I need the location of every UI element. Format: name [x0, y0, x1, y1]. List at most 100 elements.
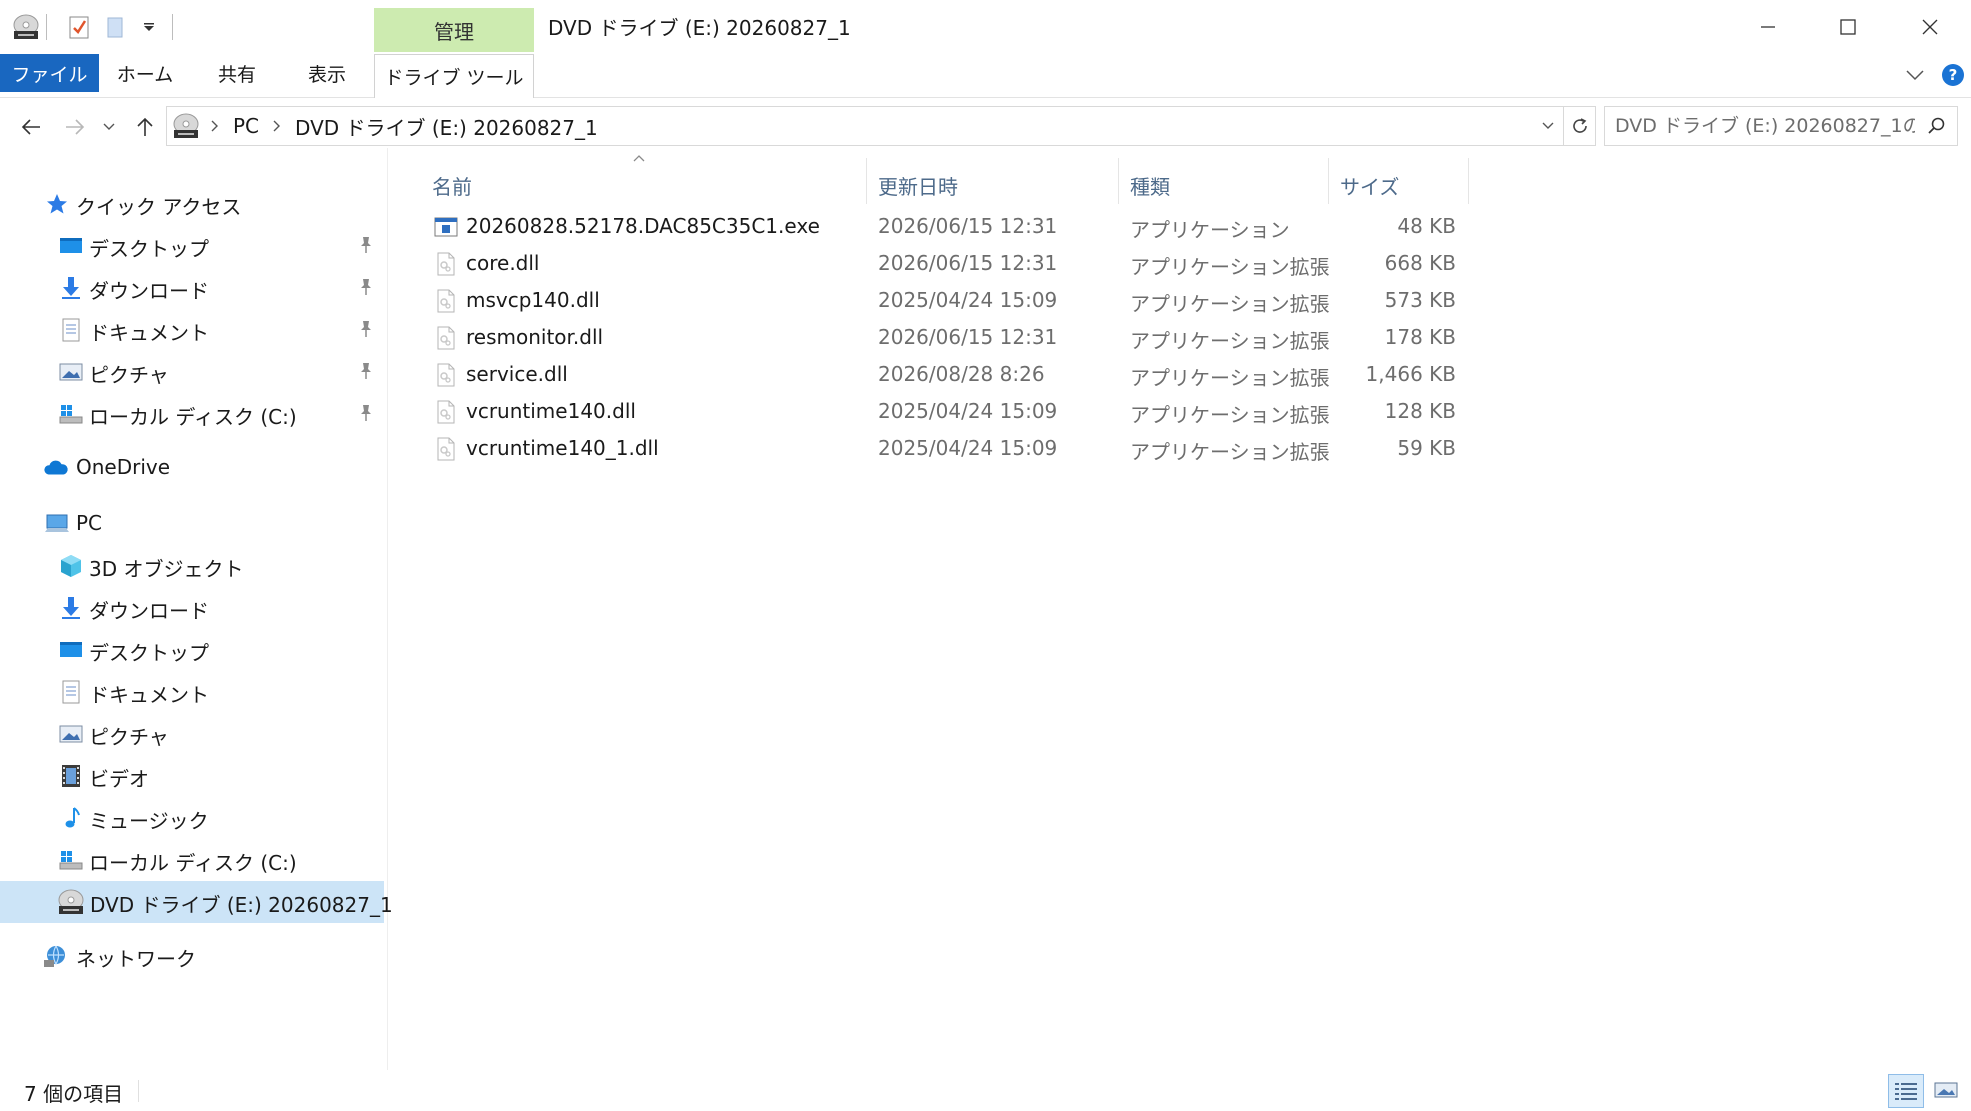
- tab-file[interactable]: ファイル: [0, 54, 99, 92]
- dvd-drive-icon: [56, 889, 86, 914]
- pc-icon: [44, 512, 70, 536]
- column-header-type[interactable]: 種類: [1122, 160, 1322, 210]
- arrow-right-icon: [66, 119, 85, 135]
- expand-ribbon-button[interactable]: [1900, 60, 1930, 90]
- file-row[interactable]: service.dll 2026/08/28 8:26 アプリケーション拡張 1,46…: [420, 356, 1860, 393]
- tab-share[interactable]: 共有: [200, 54, 274, 92]
- nav-label: DVD ドライブ (E:) 20260827_1: [90, 893, 393, 917]
- status-bar: 7 個の項目: [0, 1070, 1971, 1111]
- minimize-button[interactable]: [1728, 0, 1808, 54]
- file-row[interactable]: vcruntime140.dll 2025/04/24 15:09 アプリケーション…: [420, 393, 1860, 430]
- pin-icon[interactable]: [358, 404, 374, 426]
- column-header-size[interactable]: サイズ: [1332, 160, 1462, 210]
- file-date: 2026/06/15 12:31: [878, 325, 1058, 349]
- refresh-button[interactable]: [1564, 106, 1596, 146]
- chevron-down-icon: [103, 123, 115, 130]
- document-icon: [58, 680, 84, 704]
- column-divider[interactable]: [1118, 158, 1119, 204]
- file-row[interactable]: core.dll 2026/06/15 12:31 アプリケーション拡張 668 KB: [420, 245, 1860, 282]
- nav-item-desktop-pc[interactable]: デスクトップ: [0, 629, 384, 671]
- nav-item-downloads-pc[interactable]: ダウンロード: [0, 587, 384, 629]
- svg-text:?: ?: [1949, 66, 1958, 84]
- address-bar[interactable]: PC DVD ドライブ (E:) 20260827_1: [166, 106, 1564, 146]
- nav-pc[interactable]: PC: [0, 503, 384, 545]
- file-type: アプリケーション拡張: [1130, 440, 1330, 464]
- nav-label: ミュージック: [89, 809, 209, 833]
- close-button[interactable]: [1890, 0, 1970, 54]
- file-size: 1,466 KB: [1365, 362, 1456, 386]
- file-type: アプリケーション拡張: [1130, 255, 1330, 279]
- search-icon[interactable]: [1927, 116, 1947, 140]
- file-row[interactable]: msvcp140.dll 2025/04/24 15:09 アプリケーション拡張 57…: [420, 282, 1860, 319]
- file-row[interactable]: 20260828.52178.DAC85C35C1.exe 2026/06/15 …: [420, 208, 1860, 245]
- details-view-button[interactable]: [1888, 1074, 1924, 1108]
- 3d-objects-icon: [58, 554, 84, 578]
- column-divider[interactable]: [1328, 158, 1329, 204]
- file-list-pane: 名前 更新日時 種類 サイズ 20260828.52178.DAC85C35C1…: [390, 148, 1971, 1070]
- properties-icon[interactable]: [64, 10, 94, 44]
- file-name: resmonitor.dll: [466, 325, 604, 349]
- dll-icon: [434, 326, 458, 350]
- nav-item-music[interactable]: ミュージック: [0, 797, 384, 839]
- customize-toolbar-icon[interactable]: [136, 10, 162, 44]
- nav-item-documents-pc[interactable]: ドキュメント: [0, 671, 384, 713]
- arrow-left-icon: [21, 119, 40, 135]
- close-icon: [1922, 19, 1938, 35]
- new-folder-icon[interactable]: [100, 10, 130, 44]
- dll-icon: [434, 289, 458, 313]
- search-input[interactable]: [1615, 115, 1915, 137]
- recent-locations-button[interactable]: [96, 110, 122, 144]
- dvd-drive-icon[interactable]: [8, 10, 44, 44]
- help-button[interactable]: ?: [1938, 60, 1968, 90]
- nav-item-documents[interactable]: ドキュメント: [0, 309, 384, 351]
- nav-item-dvd-drive[interactable]: DVD ドライブ (E:) 20260827_1: [0, 881, 393, 923]
- forward-button[interactable]: [58, 110, 92, 144]
- nav-item-pictures-pc[interactable]: ピクチャ: [0, 713, 384, 755]
- tab-view[interactable]: 表示: [290, 54, 364, 92]
- nav-label: ピクチャ: [89, 363, 169, 387]
- address-history-button[interactable]: [1541, 116, 1555, 140]
- file-row[interactable]: resmonitor.dll 2026/06/15 12:31 アプリケーション拡張…: [420, 319, 1860, 356]
- nav-item-videos[interactable]: ビデオ: [0, 755, 384, 797]
- nav-label: ネットワーク: [76, 947, 196, 971]
- nav-item-3d-objects[interactable]: 3D オブジェクト: [0, 545, 384, 587]
- tab-home[interactable]: ホーム: [108, 54, 182, 92]
- pin-icon[interactable]: [358, 320, 374, 342]
- minimize-icon: [1761, 26, 1775, 28]
- nav-item-local-disk-c[interactable]: ローカル ディスク (C:): [0, 393, 384, 435]
- chevron-right-icon: [273, 120, 281, 132]
- pin-icon[interactable]: [358, 278, 374, 300]
- nav-network[interactable]: ネットワーク: [0, 935, 384, 977]
- video-icon: [58, 764, 84, 788]
- dll-icon: [434, 363, 458, 387]
- nav-quick-access[interactable]: クイック アクセス: [0, 183, 384, 225]
- nav-onedrive[interactable]: OneDrive: [0, 447, 384, 489]
- breadcrumb-dvd-drive[interactable]: DVD ドライブ (E:) 20260827_1: [295, 112, 598, 141]
- nav-label: ピクチャ: [89, 725, 169, 749]
- nav-item-pictures[interactable]: ピクチャ: [0, 351, 384, 393]
- large-icons-view-button[interactable]: [1928, 1074, 1964, 1108]
- file-date: 2025/04/24 15:09: [878, 288, 1058, 312]
- column-header-date[interactable]: 更新日時: [870, 160, 1090, 210]
- up-button[interactable]: [128, 110, 162, 144]
- back-button[interactable]: [14, 110, 48, 144]
- tab-drive-tools[interactable]: ドライブ ツール: [374, 54, 534, 98]
- window-title: DVD ドライブ (E:) 20260827_1: [548, 16, 851, 40]
- column-divider[interactable]: [866, 158, 867, 204]
- nav-item-downloads[interactable]: ダウンロード: [0, 267, 384, 309]
- column-header-name[interactable]: 名前: [420, 160, 856, 210]
- file-size: 48 KB: [1397, 214, 1456, 238]
- pin-icon[interactable]: [358, 236, 374, 258]
- column-divider[interactable]: [1468, 158, 1469, 204]
- pin-icon[interactable]: [358, 362, 374, 384]
- file-type: アプリケーション拡張: [1130, 292, 1330, 316]
- chevron-down-icon: [1906, 70, 1924, 81]
- refresh-icon: [1572, 118, 1587, 133]
- pictures-icon: [58, 722, 84, 746]
- file-name: msvcp140.dll: [466, 288, 600, 312]
- breadcrumb-pc[interactable]: PC: [233, 114, 259, 138]
- nav-item-desktop[interactable]: デスクトップ: [0, 225, 384, 267]
- maximize-button[interactable]: [1808, 0, 1888, 54]
- file-row[interactable]: vcruntime140_1.dll 2025/04/24 15:09 アプリケーシ…: [420, 430, 1860, 467]
- nav-item-local-disk-c-pc[interactable]: ローカル ディスク (C:): [0, 839, 384, 881]
